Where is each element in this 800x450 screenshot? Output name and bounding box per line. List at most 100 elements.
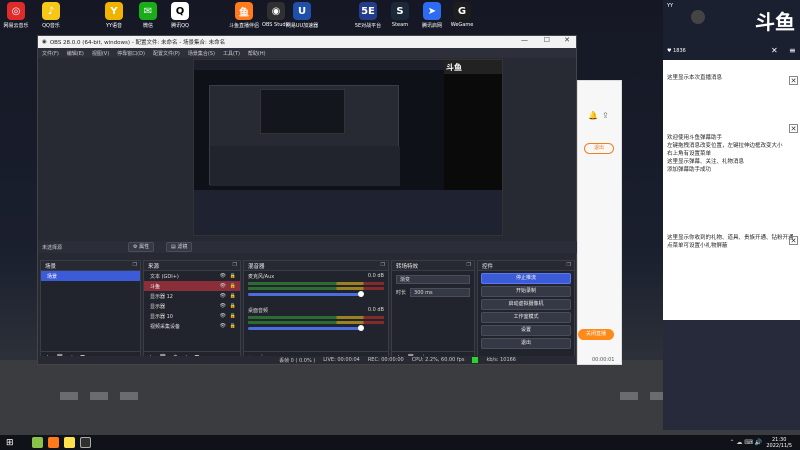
filters-button[interactable]: ▤ 滤镜 — [166, 242, 193, 252]
live-duration: 00:00:01 — [592, 357, 615, 363]
desktop-icon-label: QQ音乐 — [42, 23, 60, 29]
lock-icon[interactable]: 🔒 — [230, 323, 236, 329]
scene-item[interactable]: 场景 — [41, 271, 140, 281]
help-close-button[interactable]: ✕ — [789, 124, 798, 133]
taskbar-app-icon[interactable] — [63, 437, 75, 448]
desktop-icon[interactable]: G WeGame — [440, 2, 484, 28]
visibility-icon[interactable]: 👁 — [220, 313, 226, 319]
taskbar-clock[interactable]: 21:30 2022/11/5 — [766, 437, 792, 449]
source-label: 显示器 12 — [150, 293, 173, 300]
obs-titlebar[interactable]: ◉ OBS 28.0.0 (64-bit, windows) - 配置文件: 未… — [38, 36, 576, 48]
app-icon: 鱼 — [235, 2, 253, 20]
app-icon: ♪ — [42, 2, 60, 20]
start-recording-button[interactable]: 开始录制 — [481, 286, 571, 297]
source-label: 显示器 — [150, 303, 166, 310]
source-item[interactable]: 显示器 10 👁 🔒 — [144, 311, 240, 321]
source-item[interactable]: 视频采集设备 👁 🔒 — [144, 321, 240, 331]
source-item[interactable]: 显示器 👁 🔒 — [144, 301, 240, 311]
obs-preview[interactable]: 斗鱼 — [193, 59, 503, 236]
obs-menubar: 文件(F) 编辑(E) 视图(V) 停靠窗口(D) 配置文件(P) 场景集合(S… — [38, 48, 576, 58]
visibility-icon[interactable]: 👁 — [220, 273, 226, 279]
mixer-title: 混音器 — [248, 264, 265, 270]
obs-statusbar: 丢帧 0 ( 0.0% ) LIVE: 00:00:04 REC: 00:00:… — [38, 356, 576, 364]
source-item[interactable]: 斗鱼 👁 🔒 — [144, 281, 240, 291]
mixer-channel-mic: 麦克风/Aux 0.0 dB — [244, 271, 388, 301]
lock-icon[interactable]: 🔒 — [230, 293, 236, 299]
menu-profile[interactable]: 配置文件(P) — [153, 50, 180, 57]
menu-view[interactable]: 视图(V) — [92, 50, 109, 57]
mic-volume-slider[interactable] — [248, 291, 364, 297]
menu-tools[interactable]: 工具(T) — [223, 50, 240, 57]
desktop-icon[interactable]: Q 腾讯QQ — [158, 2, 202, 29]
gift-close-button[interactable]: ✕ — [789, 236, 798, 245]
source-label: 显示器 10 — [150, 313, 173, 320]
visibility-icon[interactable]: 👁 — [220, 283, 226, 289]
menu-help[interactable]: 帮助(H) — [248, 50, 266, 57]
windows-start-icon[interactable]: ⊞ — [6, 438, 14, 448]
scenes-dock: 场景❐ 场景 +🗑▲▼ — [40, 260, 141, 364]
douyu-exit-button[interactable]: 退出 — [584, 143, 614, 154]
desktop-icon-label: 腾讯QQ — [171, 23, 189, 29]
taskbar-obs-icon[interactable] — [79, 437, 91, 448]
source-item[interactable]: 显示器 12 👁 🔒 — [144, 291, 240, 301]
source-item[interactable]: 文本 (GDI+) 👁 🔒 — [144, 271, 240, 281]
desktop-volume-slider[interactable] — [248, 325, 364, 331]
transition-select[interactable]: 渐变 — [396, 275, 470, 284]
likes-count: ♥ 1836 — [667, 48, 686, 54]
tray-icons[interactable]: ⌃ ☁ ⌨ 🔊 — [729, 439, 762, 446]
bell-icon[interactable]: 🔔 — [588, 111, 598, 120]
share-icon[interactable]: ⇪ — [602, 111, 609, 120]
gift-line: 这里显示你收到的礼物、道具、贵族开通、钻粉开通 — [667, 235, 794, 241]
desktop-icon-label: WeGame — [450, 22, 474, 28]
obs-window[interactable]: ◉ OBS 28.0.0 (64-bit, windows) - 配置文件: 未… — [37, 35, 578, 365]
lock-icon[interactable]: 🔒 — [230, 303, 236, 309]
taskbar-app-icon[interactable] — [31, 437, 43, 448]
menu-scene-collection[interactable]: 场景集合(S) — [188, 50, 215, 57]
menu-file[interactable]: 文件(F) — [42, 50, 59, 57]
taskbar-douyu-icon[interactable] — [47, 437, 59, 448]
maximize-button[interactable]: ☐ — [544, 36, 550, 44]
properties-button[interactable]: ⚙ 属性 — [128, 242, 155, 252]
lock-icon[interactable]: 🔒 — [230, 273, 236, 279]
gift-notice: 这里显示你收到的礼物、道具、贵族开通、钻粉开通 点菜单可设置小礼物屏蔽 — [663, 234, 800, 250]
close-live-button[interactable]: 关闭直播 — [578, 329, 614, 340]
crosswalk-stripe — [90, 392, 108, 400]
visibility-icon[interactable]: 👁 — [220, 293, 226, 299]
preview-nested-obs — [209, 85, 400, 186]
menu-docks[interactable]: 停靠窗口(D) — [117, 50, 145, 57]
source-toolbar: 未选择源 — [38, 241, 578, 253]
close-button[interactable]: ✕ — [564, 36, 570, 44]
bitrate: kb/s: 10166 — [486, 357, 516, 363]
desktop-icon[interactable]: U 网易UU加速器 — [280, 2, 324, 29]
panel-menu-icon[interactable]: ≡ — [789, 46, 796, 55]
city-background-strip — [663, 320, 800, 430]
transitions-dock: 转场特效❐ 渐变 时长 300 ms +🗑⋮ — [391, 260, 475, 364]
rec-timer: REC: 00:00:00 — [367, 357, 404, 363]
danmaku-helper-panel[interactable]: YY 斗鱼 ♥ 1836 ✕ ≡ 这里显示本次直播消息 ✕ 欢迎使用斗鱼弹幕助手… — [663, 0, 800, 320]
visibility-icon[interactable]: 👁 — [220, 303, 226, 309]
notice-close-button[interactable]: ✕ — [789, 76, 798, 85]
minimize-button[interactable]: — — [521, 36, 528, 44]
duration-input[interactable]: 300 ms — [410, 288, 470, 297]
volume-meter — [248, 316, 384, 319]
lock-icon[interactable]: 🔒 — [230, 313, 236, 319]
settings-button[interactable]: 设置 — [481, 325, 571, 336]
gift-line: 点菜单可设置小礼物屏蔽 — [667, 243, 728, 249]
studio-mode-button[interactable]: 工作室模式 — [481, 312, 571, 323]
exit-button[interactable]: 退出 — [481, 338, 571, 349]
menu-edit[interactable]: 编辑(E) — [67, 50, 84, 57]
stop-stream-button[interactable]: 停止推流 — [481, 273, 571, 284]
lock-icon[interactable]: 🔒 — [230, 283, 236, 289]
help-line: 这里显示弹幕、关注、礼物消息 — [667, 159, 745, 165]
virtual-camera-button[interactable]: 启动虚拟摄像机 — [481, 299, 571, 310]
app-icon: ➤ — [423, 2, 441, 20]
source-label: 斗鱼 — [150, 283, 161, 290]
no-source-label: 未选择源 — [42, 244, 63, 251]
douyu-logo: 斗鱼 — [755, 10, 795, 34]
panel-close-icon[interactable]: ✕ — [771, 46, 778, 55]
desktop-icon[interactable]: ♪ QQ音乐 — [29, 2, 73, 29]
visibility-icon[interactable]: 👁 — [220, 323, 226, 329]
help-line: 左键拖拽消息改变位置，左键拉伸边框改变大小 — [667, 143, 783, 149]
app-icon: ◎ — [7, 2, 25, 20]
controls-dock: 控件 ❐ 停止推流 开始录制 启动虚拟摄像机 工作室模式 设置 退出 — [477, 260, 575, 364]
